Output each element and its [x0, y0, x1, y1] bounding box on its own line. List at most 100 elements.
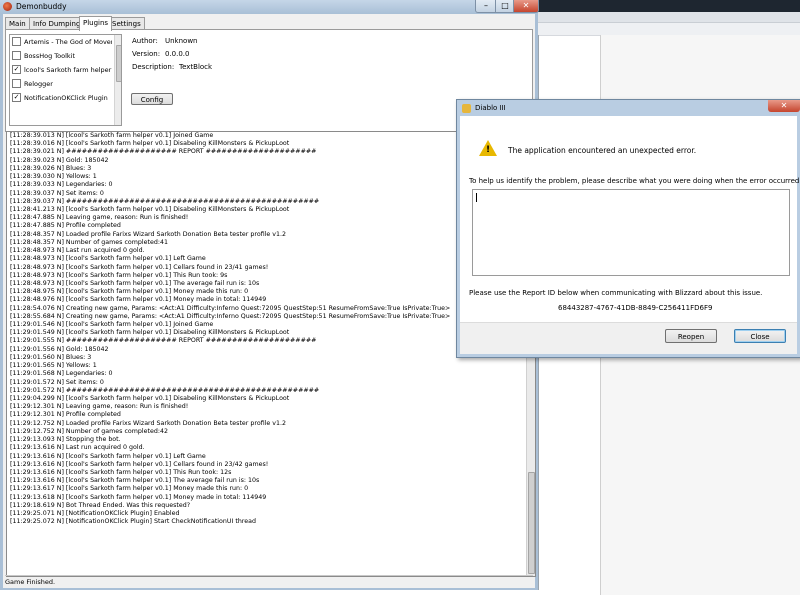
report-id-instruction: Please use the Report ID below when comm… [469, 289, 763, 297]
plugin-checkbox[interactable] [12, 50, 21, 60]
plugin-label: Artemis - The God of Moveme [24, 38, 112, 46]
dialog-body: ! The application encountered an unexpec… [460, 116, 800, 353]
version-value: 0.0.0.0 [165, 50, 190, 58]
log-line: [11:28:48.973 N] [lcool's Sarkoth farm h… [10, 263, 269, 271]
log-line: [11:28:48.973 N] [lcool's Sarkoth farm h… [10, 271, 228, 279]
plugin-item-notificationokclick[interactable]: ✓ NotificationOKClick Plugin [12, 92, 112, 104]
log-line: [11:29:13.616 N] [lcool's Sarkoth farm h… [10, 452, 206, 460]
log-line: [11:29:13.616 N] [lcool's Sarkoth farm h… [10, 477, 260, 485]
plugin-item-relogger[interactable]: Relogger [12, 78, 112, 90]
log-line: [11:28:47.885 N] Profile completed [10, 222, 121, 230]
maximize-button[interactable]: □ [495, 0, 515, 13]
plugin-item-artemis[interactable]: Artemis - The God of Moveme [12, 36, 112, 48]
plugin-item-bosshog[interactable]: BossHog Toolkit [12, 50, 112, 62]
description-label: Description: [132, 63, 175, 71]
author-value: Unknown [165, 37, 198, 45]
log-lines: [11:28:39.013 N] [lcool's Sarkoth farm h… [10, 132, 525, 527]
log-line: [11:28:48.357 N] Number of games complet… [10, 238, 168, 246]
config-button[interactable]: Config [131, 93, 173, 105]
log-line: [11:29:13.616 N] Last run acquired 0 gol… [10, 444, 145, 452]
log-line: [11:28:39.023 N] Gold: 185042 [10, 156, 109, 164]
log-line: [11:29:25.072 N] [NotificationOKClick Pl… [10, 518, 256, 526]
log-line: [11:28:39.021 N] ##################### R… [10, 148, 317, 156]
log-scroll-thumb[interactable] [528, 472, 535, 574]
log-line: [11:28:55.684 N] Creating new game, Para… [10, 312, 451, 320]
log-line: [11:29:13.617 N] [lcool's Sarkoth farm h… [10, 485, 249, 493]
log-line: [11:28:47.885 N] Leaving game, reason: R… [10, 214, 189, 222]
status-bar-text: Game Finished. [5, 575, 533, 588]
log-line: [11:28:48.973 N] Last run acquired 0 gol… [10, 247, 145, 255]
log-line: [11:29:12.301 N] Leaving game, reason: R… [10, 403, 189, 411]
log-line: [11:29:01.555 N] ##################### R… [10, 337, 317, 345]
log-line: [11:29:12.752 N] Loaded profile Farixs W… [10, 419, 287, 427]
log-line: [11:29:13.616 N] [lcool's Sarkoth farm h… [10, 460, 269, 468]
log-line: [11:29:01.560 N] Blues: 3 [10, 353, 92, 361]
error-dialog: Diablo III ✕ ! The application encounter… [456, 99, 800, 358]
error-message: The application encountered an unexpecte… [508, 146, 697, 155]
plugins-list-scroll-thumb[interactable] [116, 45, 121, 82]
close-button[interactable]: ✕ [513, 0, 539, 13]
log-line: [11:28:48.975 N] [lcool's Sarkoth farm h… [10, 288, 249, 296]
log-line: [11:28:39.030 N] Yellows: 1 [10, 173, 97, 181]
log-line: [11:28:39.013 N] [lcool's Sarkoth farm h… [10, 132, 214, 139]
problem-description-input[interactable] [472, 189, 790, 276]
log-line: [11:29:01.556 N] Gold: 185042 [10, 345, 109, 353]
plugin-checkbox-checked[interactable]: ✓ [12, 92, 21, 102]
log-line: [11:29:04.299 N] [lcool's Sarkoth farm h… [10, 395, 290, 402]
text-caret [476, 193, 477, 202]
plugins-panel: Artemis - The God of Moveme BossHog Tool… [5, 29, 533, 132]
log-line: [11:28:39.037 N] #######################… [10, 197, 320, 205]
title-bar: Demonbuddy – □ ✕ [0, 0, 539, 14]
author-label: Author: [132, 37, 158, 45]
log-line: [11:29:12.752 N] Number of games complet… [10, 427, 168, 435]
log-line: [11:29:25.071 N] [NotificationOKClick Pl… [10, 510, 180, 518]
log-line: [11:29:13.093 N] Stopping the bot. [10, 436, 121, 444]
log-line: [11:28:39.026 N] Blues: 3 [10, 164, 92, 172]
log-line: [11:29:01.549 N] [lcool's Sarkoth farm h… [10, 329, 290, 337]
description-value: TextBlock [179, 63, 213, 71]
plugin-checkbox-checked[interactable]: ✓ [12, 64, 21, 74]
log-line: [11:29:18.619 N] Bot Thread Ended. Was t… [10, 501, 191, 509]
plugin-label: lcool's Sarkoth farm helper v0. [24, 66, 112, 74]
log-line: [11:28:39.033 N] Legendaries: 0 [10, 181, 113, 189]
log-line: [11:28:48.976 N] [lcool's Sarkoth farm h… [10, 296, 267, 304]
log-line: [11:28:41.213 N] [lcool's Sarkoth farm h… [10, 205, 290, 213]
background-titlebar [538, 0, 800, 12]
report-id: 68443287-4767-41DB-8849-C256411FD6F9 [558, 304, 713, 312]
plugins-list[interactable]: Artemis - The God of Moveme BossHog Tool… [9, 34, 122, 126]
log-line: [11:28:54.076 N] Creating new game, Para… [10, 304, 451, 312]
log-line: [11:28:39.037 N] Set items: 0 [10, 189, 104, 197]
plugin-label: BossHog Toolkit [24, 52, 76, 60]
plugin-checkbox[interactable] [12, 78, 21, 88]
warning-exclamation-icon: ! [485, 145, 491, 155]
plugin-label: NotificationOKClick Plugin [24, 94, 108, 102]
log-line: [11:28:39.016 N] [lcool's Sarkoth farm h… [10, 140, 290, 148]
log-line: [11:28:48.973 N] [lcool's Sarkoth farm h… [10, 279, 260, 287]
version-label: Version: [132, 50, 161, 58]
log-line: [11:28:48.357 N] Loaded profile Farixs W… [10, 230, 287, 238]
reopen-button[interactable]: Reopen [665, 329, 717, 343]
log-line: [11:29:13.616 N] [lcool's Sarkoth farm h… [10, 468, 232, 476]
plugin-checkbox[interactable] [12, 36, 21, 46]
log-line: [11:29:01.572 N] #######################… [10, 386, 320, 394]
window-title: Demonbuddy [16, 2, 67, 11]
log-line: [11:29:01.568 N] Legendaries: 0 [10, 370, 113, 378]
dialog-title: Diablo III [475, 104, 506, 112]
dialog-close-action-button[interactable]: Close [734, 329, 786, 343]
log-line: [11:29:01.565 N] Yellows: 1 [10, 362, 97, 370]
plugin-item-sarkoth-helper[interactable]: ✓lcool's Sarkoth farm helper v0. [12, 64, 112, 76]
demonbuddy-logo-icon [3, 2, 12, 11]
log-line: [11:29:12.301 N] Profile completed [10, 411, 121, 419]
diablo-icon [462, 104, 471, 113]
log-line: [11:29:13.618 N] [lcool's Sarkoth farm h… [10, 493, 267, 501]
plugins-list-scrollbar[interactable] [114, 35, 121, 125]
tab-plugins[interactable]: Plugins [79, 16, 113, 31]
log-line: [11:29:01.546 N] [lcool's Sarkoth farm h… [10, 321, 214, 329]
minimize-button[interactable]: – [475, 0, 497, 13]
dialog-close-button[interactable]: ✕ [768, 100, 800, 112]
plugin-label: Relogger [24, 80, 53, 88]
description-prompt: To help us identify the problem, please … [469, 177, 800, 185]
log-line: [11:29:01.572 N] Set items: 0 [10, 378, 104, 386]
log-line: [11:28:48.973 N] [lcool's Sarkoth farm h… [10, 255, 206, 263]
background-toolbar [538, 12, 800, 23]
